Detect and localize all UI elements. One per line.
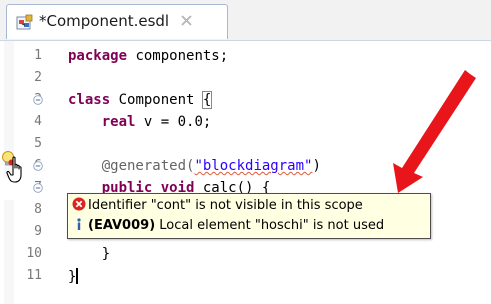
code-token: }: [68, 269, 77, 285]
editor-tab-bar: *Component.esdl: [0, 0, 491, 41]
line-number: 1: [34, 48, 42, 63]
code-text: }: [68, 268, 79, 285]
code-line[interactable]: 6 @generated("blockdiagram"): [0, 156, 491, 178]
code-text: class Component {: [68, 91, 213, 109]
tooltip-info-message: Local element "hoschi" is not used: [155, 218, 385, 233]
tooltip-error-message: Identifier "cont" is not visible in this…: [88, 198, 363, 213]
line-number: 2: [34, 70, 42, 85]
code-token: class: [68, 92, 111, 108]
code-editor[interactable]: 1package components;23class Component {4…: [0, 41, 491, 304]
code-token: components;: [127, 48, 229, 64]
line-number: 10: [26, 246, 42, 261]
line-number: 8: [34, 202, 42, 217]
error-icon: [72, 197, 86, 211]
code-line[interactable]: 3class Component {: [0, 90, 491, 112]
code-line[interactable]: 11}: [0, 266, 491, 288]
code-text: package components;: [68, 48, 228, 64]
code-token: ): [312, 158, 321, 174]
code-line[interactable]: 4 real v = 0.0;: [0, 112, 491, 134]
code-token: Component: [110, 92, 203, 108]
tab-title: *Component.esdl: [39, 12, 170, 30]
tooltip-error-row: Identifier "cont" is not visible in this…: [72, 197, 363, 217]
code-token: "blockdiagram": [194, 158, 313, 174]
esdl-file-icon: [16, 14, 33, 30]
line-number: 9: [34, 224, 42, 239]
code-text: }: [68, 246, 110, 262]
fold-collapse-icon[interactable]: [33, 95, 43, 105]
line-number: 4: [34, 114, 42, 129]
info-icon: [77, 218, 81, 230]
line-number: 11: [26, 268, 42, 283]
code-token: @generated(: [68, 158, 195, 174]
editor-tab-component[interactable]: *Component.esdl: [6, 4, 228, 39]
code-line[interactable]: 2: [0, 68, 491, 90]
code-text: @generated("blockdiagram"): [68, 158, 321, 174]
code-line[interactable]: 1 package components;: [0, 46, 491, 68]
tooltip-info-row: (EAV009) Local element "hoschi" is not u…: [72, 217, 384, 237]
code-token: v = 0.0;: [135, 114, 212, 130]
close-icon[interactable]: [179, 13, 194, 28]
code-token: }: [68, 246, 111, 262]
code-token: {: [201, 91, 213, 109]
hand-pointer-icon: [6, 156, 22, 183]
fold-collapse-icon[interactable]: [33, 161, 43, 171]
code-text: real v = 0.0;: [68, 114, 212, 130]
fold-collapse-icon[interactable]: [33, 183, 43, 193]
tooltip-info-code: (EAV009): [88, 218, 156, 233]
text-caret: [76, 268, 79, 284]
problem-hover-tooltip: Identifier "cont" is not visible in this…: [67, 193, 431, 239]
code-line[interactable]: 5: [0, 134, 491, 156]
code-line[interactable]: 10 }: [0, 244, 491, 266]
code-token: package: [68, 48, 128, 64]
line-number: 5: [34, 136, 42, 151]
code-token: real: [101, 114, 136, 130]
